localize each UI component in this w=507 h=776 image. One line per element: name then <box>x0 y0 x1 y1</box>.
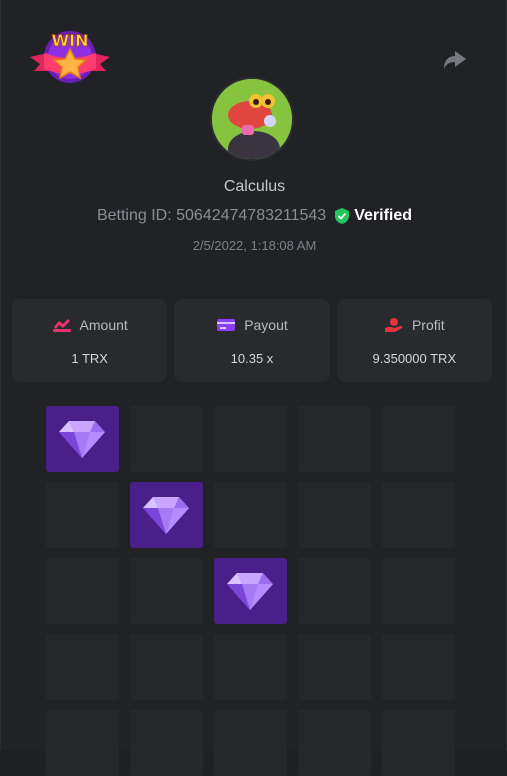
grid-tile <box>214 634 287 700</box>
grid-tile <box>382 558 455 624</box>
grid-tile <box>130 558 203 624</box>
stat-amount: Amount 1 TRX <box>12 299 168 382</box>
grid-tile <box>298 558 371 624</box>
stat-label: Profit <box>411 317 445 333</box>
grid-tile <box>130 406 203 472</box>
stat-profit: Profit 9.350000 TRX <box>336 299 492 382</box>
grid-tile <box>46 558 119 624</box>
grid-tile <box>298 482 371 548</box>
verified-shield-icon <box>335 208 350 224</box>
stat-payout: Payout 10.35 x <box>174 299 330 382</box>
grid-tile <box>214 710 287 776</box>
grid-tile <box>46 710 119 776</box>
grid-tile <box>298 634 371 700</box>
stat-value: 9.350000 TRX <box>372 351 457 366</box>
bet-stats: Amount 1 TRX Payout 10.35 x Profit 9.350… <box>12 299 492 382</box>
win-logo: WIN <box>28 27 112 91</box>
player-name: Calculus <box>223 178 286 195</box>
grid-tile <box>130 710 203 776</box>
verified-label: Verified <box>354 207 413 224</box>
grid-tile <box>298 710 371 776</box>
grid-tile <box>130 634 203 700</box>
stat-value: 1 TRX <box>71 351 108 366</box>
avatar <box>210 77 294 161</box>
grid-tile-gem <box>214 558 287 624</box>
grid-tile <box>298 406 371 472</box>
grid-tile <box>214 406 287 472</box>
stat-value: 10.35 x <box>230 351 274 366</box>
grid-tile <box>214 482 287 548</box>
grid-tile <box>46 482 119 548</box>
grid-tile <box>382 634 455 700</box>
grid-tile-gem <box>46 406 119 472</box>
amount-icon <box>52 319 71 332</box>
win-logo-text: WIN <box>52 31 89 50</box>
gem-icon <box>143 497 189 534</box>
grid-tile <box>382 406 455 472</box>
bet-timestamp: 2/5/2022, 1:18:08 AM <box>192 238 317 253</box>
grid-tile <box>382 710 455 776</box>
share-arrow-icon[interactable] <box>441 48 469 72</box>
betting-id-row: Betting ID: 50642474783211543 Verified <box>1 207 507 225</box>
stat-label: Amount <box>79 317 128 333</box>
gem-icon <box>59 421 105 458</box>
grid-tile <box>382 482 455 548</box>
bet-details-panel: WIN Calculus Betting ID: 506424747832115… <box>0 0 507 776</box>
stat-label: Payout <box>244 317 288 333</box>
payout-card-icon <box>217 319 236 331</box>
betting-id: Betting ID: 50642474783211543 <box>96 207 327 224</box>
gem-icon <box>227 573 273 610</box>
grid-tile-gem <box>130 482 203 548</box>
profit-hand-icon <box>384 318 403 332</box>
grid-tile <box>46 634 119 700</box>
